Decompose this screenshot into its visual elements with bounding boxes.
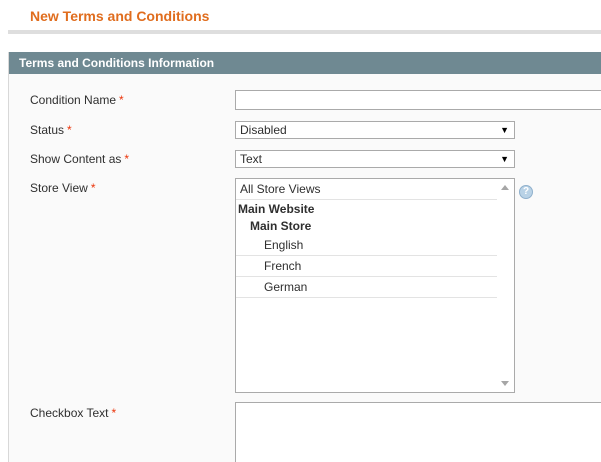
title-divider bbox=[8, 30, 601, 34]
show-content-as-selected-value: Text bbox=[240, 152, 263, 166]
optgroup-main-website: Main Website bbox=[238, 202, 315, 216]
required-marker: * bbox=[111, 406, 117, 420]
multiselect-scrollbar[interactable] bbox=[497, 179, 514, 392]
page-title: New Terms and Conditions bbox=[30, 8, 210, 24]
condition-name-input[interactable] bbox=[235, 90, 601, 110]
checkbox-text-label: Checkbox Text * bbox=[30, 406, 116, 420]
show-content-as-label: Show Content as * bbox=[30, 152, 129, 166]
chevron-down-icon: ▼ bbox=[500, 125, 509, 135]
required-marker: * bbox=[90, 181, 96, 195]
status-select[interactable]: Disabled ▼ bbox=[235, 121, 515, 139]
terms-form-section: Terms and Conditions Information Conditi… bbox=[8, 52, 601, 462]
show-content-as-select[interactable]: Text ▼ bbox=[235, 150, 515, 168]
store-view-option-list: All Store Views Main Website Main Store … bbox=[236, 179, 498, 298]
checkbox-text-label-text: Checkbox Text bbox=[30, 406, 109, 420]
store-view-label: Store View * bbox=[30, 181, 95, 195]
checkbox-text-textarea[interactable] bbox=[235, 402, 601, 462]
status-selected-value: Disabled bbox=[240, 123, 287, 137]
status-label: Status * bbox=[30, 123, 72, 137]
chevron-down-icon: ▼ bbox=[500, 154, 509, 164]
option-french[interactable]: French bbox=[236, 256, 498, 277]
option-all-store-views[interactable]: All Store Views bbox=[236, 179, 498, 200]
required-marker: * bbox=[119, 93, 124, 107]
show-content-as-label-text: Show Content as bbox=[30, 152, 122, 166]
optgroup-main-store: Main Store bbox=[250, 219, 312, 233]
option-german[interactable]: German bbox=[236, 277, 498, 298]
store-view-label-text: Store View bbox=[30, 181, 88, 195]
help-icon[interactable]: ? bbox=[519, 185, 533, 199]
condition-name-label-text: Condition Name bbox=[30, 93, 117, 107]
option-english[interactable]: English bbox=[236, 235, 498, 256]
scroll-down-arrow-icon[interactable] bbox=[501, 381, 509, 386]
store-view-multiselect[interactable]: All Store Views Main Website Main Store … bbox=[235, 178, 515, 393]
scroll-up-arrow-icon[interactable] bbox=[501, 185, 509, 190]
required-marker: * bbox=[67, 123, 72, 137]
required-marker: * bbox=[124, 152, 130, 166]
status-label-text: Status bbox=[30, 123, 65, 137]
section-header[interactable]: Terms and Conditions Information bbox=[9, 52, 601, 74]
condition-name-label: Condition Name * bbox=[30, 93, 124, 107]
